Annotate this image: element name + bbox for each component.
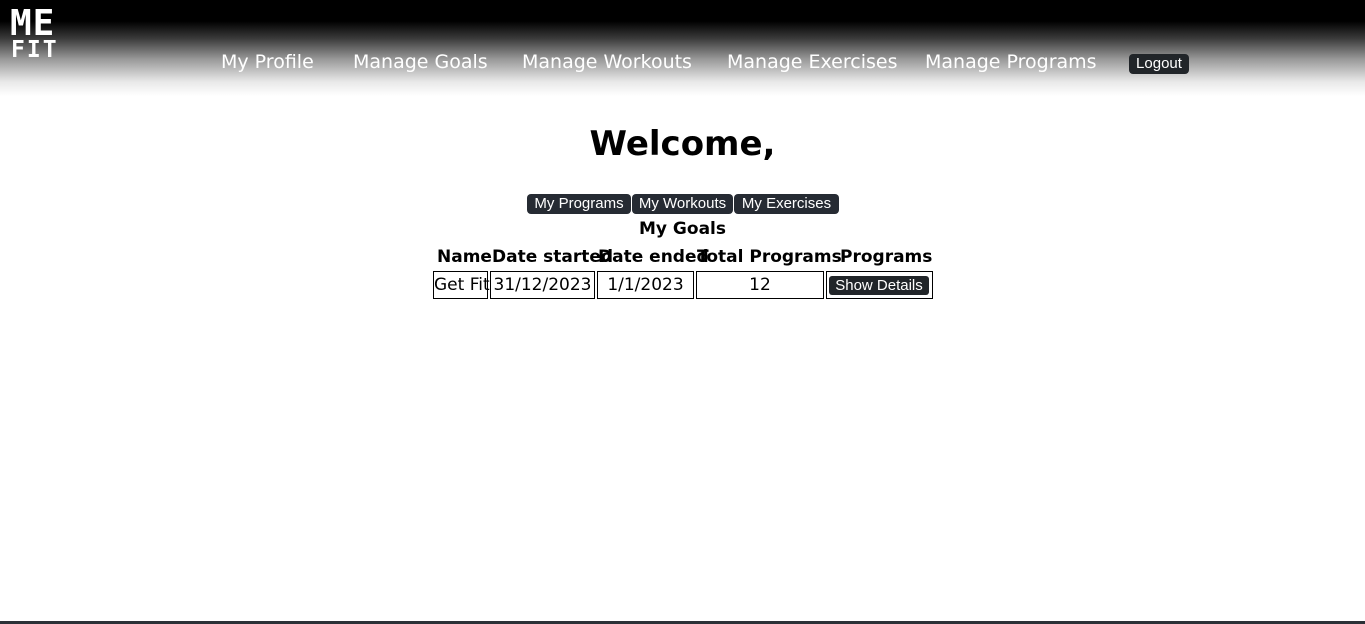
total-programs-cell: 12 [696, 271, 824, 299]
nav-manage-goals[interactable]: Manage Goals [353, 51, 488, 73]
logo-text-bottom: FIT [11, 37, 59, 63]
show-details-button[interactable]: Show Details [829, 276, 929, 295]
column-header-date-started: Date started [492, 247, 614, 267]
mefit-logo[interactable]: ME FIT [10, 6, 70, 62]
my-programs-button[interactable]: My Programs [527, 194, 631, 214]
goals-table-caption: My Goals [639, 219, 726, 239]
welcome-heading: Welcome, [589, 124, 776, 164]
goal-name-cell: Get Fit [433, 271, 490, 299]
column-header-date-ended: Date ended [598, 247, 709, 267]
programs-action-cell: Show Details [826, 271, 933, 299]
date-started-cell: 31/12/2023 [490, 271, 595, 299]
my-exercises-button[interactable]: My Exercises [734, 194, 839, 214]
nav-manage-programs[interactable]: Manage Programs [925, 51, 1097, 73]
nav-my-profile[interactable]: My Profile [221, 51, 314, 73]
column-header-programs: Programs [840, 247, 933, 267]
nav-manage-workouts[interactable]: Manage Workouts [522, 51, 692, 73]
logout-button[interactable]: Logout [1129, 54, 1189, 74]
top-navbar: ME FIT My Profile Manage Goals Manage Wo… [0, 0, 1365, 96]
column-header-name: Name [437, 247, 492, 267]
column-header-total-programs: Total Programs [697, 247, 842, 267]
date-ended-cell: 1/1/2023 [597, 271, 694, 299]
my-workouts-button[interactable]: My Workouts [632, 194, 733, 214]
nav-manage-exercises[interactable]: Manage Exercises [727, 51, 897, 73]
